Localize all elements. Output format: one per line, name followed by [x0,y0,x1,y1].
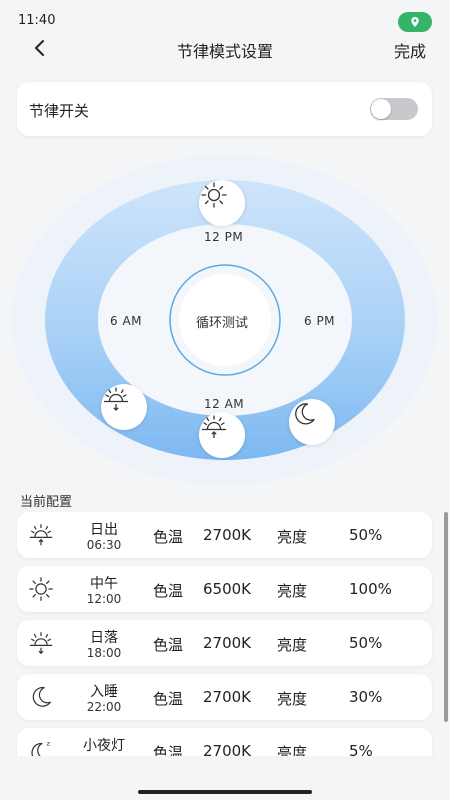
row-color-temp-label: 色温 [153,690,184,708]
done-button[interactable]: 完成 [394,38,426,62]
row-name: 入睡 [90,684,118,700]
row-icon: z [27,737,55,756]
dial-noon-marker[interactable] [199,180,245,226]
rhythm-toggle-label: 节律开关 [29,102,90,120]
sun-icon [201,182,227,208]
status-bar: 11:40 [0,0,450,32]
row-color-temp-label: 色温 [153,636,184,654]
row-icon [27,575,55,603]
row-brightness-value: 30% [349,688,383,706]
row-color-temp-value: 2700K [203,634,252,652]
location-pin-icon [411,17,419,27]
sunset-icon [29,632,53,655]
row-icon [27,521,55,549]
row-name: 日出 [90,522,118,538]
row-time: 12:00 [86,592,122,606]
moon-icon [32,686,51,707]
sun-icon [29,577,53,601]
row-color-temp-label: 色温 [153,528,184,546]
row-color-temp-value: 2700K [203,526,252,544]
header: 节律模式设置 完成 [0,32,450,62]
sunrise-icon [29,524,53,546]
row-icon [27,683,55,711]
row-color-temp-label: 色温 [153,744,184,756]
toggle-knob [371,99,391,119]
row-name: 日落 [90,630,118,646]
row-brightness-label: 亮度 [277,636,308,654]
row-brightness-label: 亮度 [277,528,308,546]
row-brightness-value: 50% [349,526,383,544]
config-row-sunset[interactable]: 日落 18:00 色温 2700K 亮度 50% [17,620,432,666]
moon-icon [295,403,315,425]
dial-sunrise-marker[interactable] [199,412,245,458]
row-brightness-value: 100% [349,580,392,598]
dial-label-12pm: 12 PM [204,230,244,244]
svg-text:z: z [47,739,51,747]
row-time: 06:30 [86,538,122,552]
config-row-night-light[interactable]: z 小夜灯 色温 2700K 亮度 5% [17,728,432,756]
status-time: 11:40 [18,13,56,28]
row-time: 22:00 [86,700,122,714]
rhythm-dial: 12 PM 6 AM 6 PM 12 AM 循环测试 [0,150,450,490]
sunset-icon [104,387,128,411]
row-color-temp-value: 6500K [203,580,252,598]
row-time: 18:00 [86,646,122,660]
row-name: 中午 [90,576,118,592]
row-color-temp-value: 2700K [203,688,252,706]
config-row-noon[interactable]: 中午 12:00 色温 6500K 亮度 100% [17,566,432,612]
config-list[interactable]: 日出 06:30 色温 2700K 亮度 50% 中午 12:00 色温 650… [0,512,450,756]
current-config-title: 当前配置 [20,495,73,510]
row-brightness-label: 亮度 [277,690,308,708]
dial-sunset-marker[interactable] [101,384,147,430]
config-row-sunrise[interactable]: 日出 06:30 色温 2700K 亮度 50% [17,512,432,558]
config-row-sleep[interactable]: 入睡 22:00 色温 2700K 亮度 30% [17,674,432,720]
row-icon [27,629,55,657]
row-color-temp-value: 2700K [203,742,252,756]
row-brightness-label: 亮度 [277,582,308,600]
dial-center-label: 循环测试 [196,316,249,331]
night-moon-icon: z [31,739,51,756]
row-name: 小夜灯 [83,738,125,754]
dial-sleep-marker[interactable] [289,399,335,445]
dial-label-6am: 6 AM [110,314,143,328]
rhythm-toggle-card: 节律开关 [17,82,432,136]
dial-label-6pm: 6 PM [304,314,336,328]
sunrise-icon [202,415,226,438]
row-brightness-value: 5% [349,742,373,756]
dial-label-12am: 12 AM [204,397,245,411]
row-brightness-label: 亮度 [277,744,308,756]
list-scrollbar[interactable] [444,512,448,722]
rhythm-toggle-switch[interactable] [370,98,418,120]
row-color-temp-label: 色温 [153,582,184,600]
page-title: 节律模式设置 [176,42,273,61]
home-indicator[interactable] [138,790,312,794]
row-brightness-value: 50% [349,634,383,652]
location-indicator [398,12,432,32]
